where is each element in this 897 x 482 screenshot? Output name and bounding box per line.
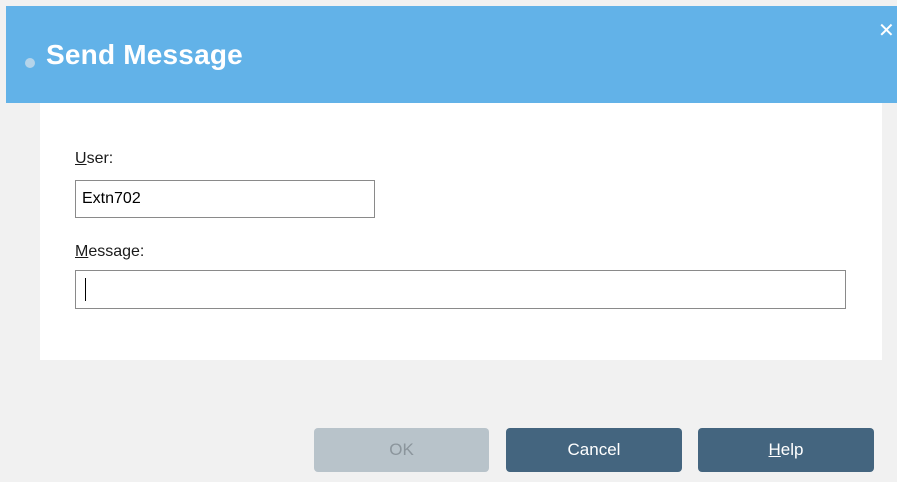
dialog-title: Send Message (46, 39, 243, 70)
help-label-text: elp (780, 440, 804, 459)
cancel-button[interactable]: Cancel (506, 428, 682, 472)
help-access-key: H (768, 440, 781, 459)
user-label-text: ser: (86, 150, 114, 167)
title-dot-icon (25, 58, 35, 68)
help-button[interactable]: Help (698, 428, 874, 472)
close-icon[interactable]: ✕ (878, 18, 897, 42)
message-label-access-key: M (75, 243, 89, 260)
dialog-header: Send Message (6, 6, 897, 103)
ok-button[interactable]: OK (314, 428, 489, 472)
message-label: Message: (75, 243, 144, 261)
user-label: User: (75, 150, 113, 168)
text-caret (85, 278, 86, 301)
send-message-dialog: Send Message ✕ User: Message: OK Cancel … (0, 0, 897, 482)
message-input[interactable] (75, 270, 846, 309)
dialog-body: User: Message: (40, 103, 882, 360)
user-input[interactable] (75, 180, 375, 218)
message-label-text: essage: (88, 243, 145, 260)
user-label-access-key: U (75, 150, 87, 167)
